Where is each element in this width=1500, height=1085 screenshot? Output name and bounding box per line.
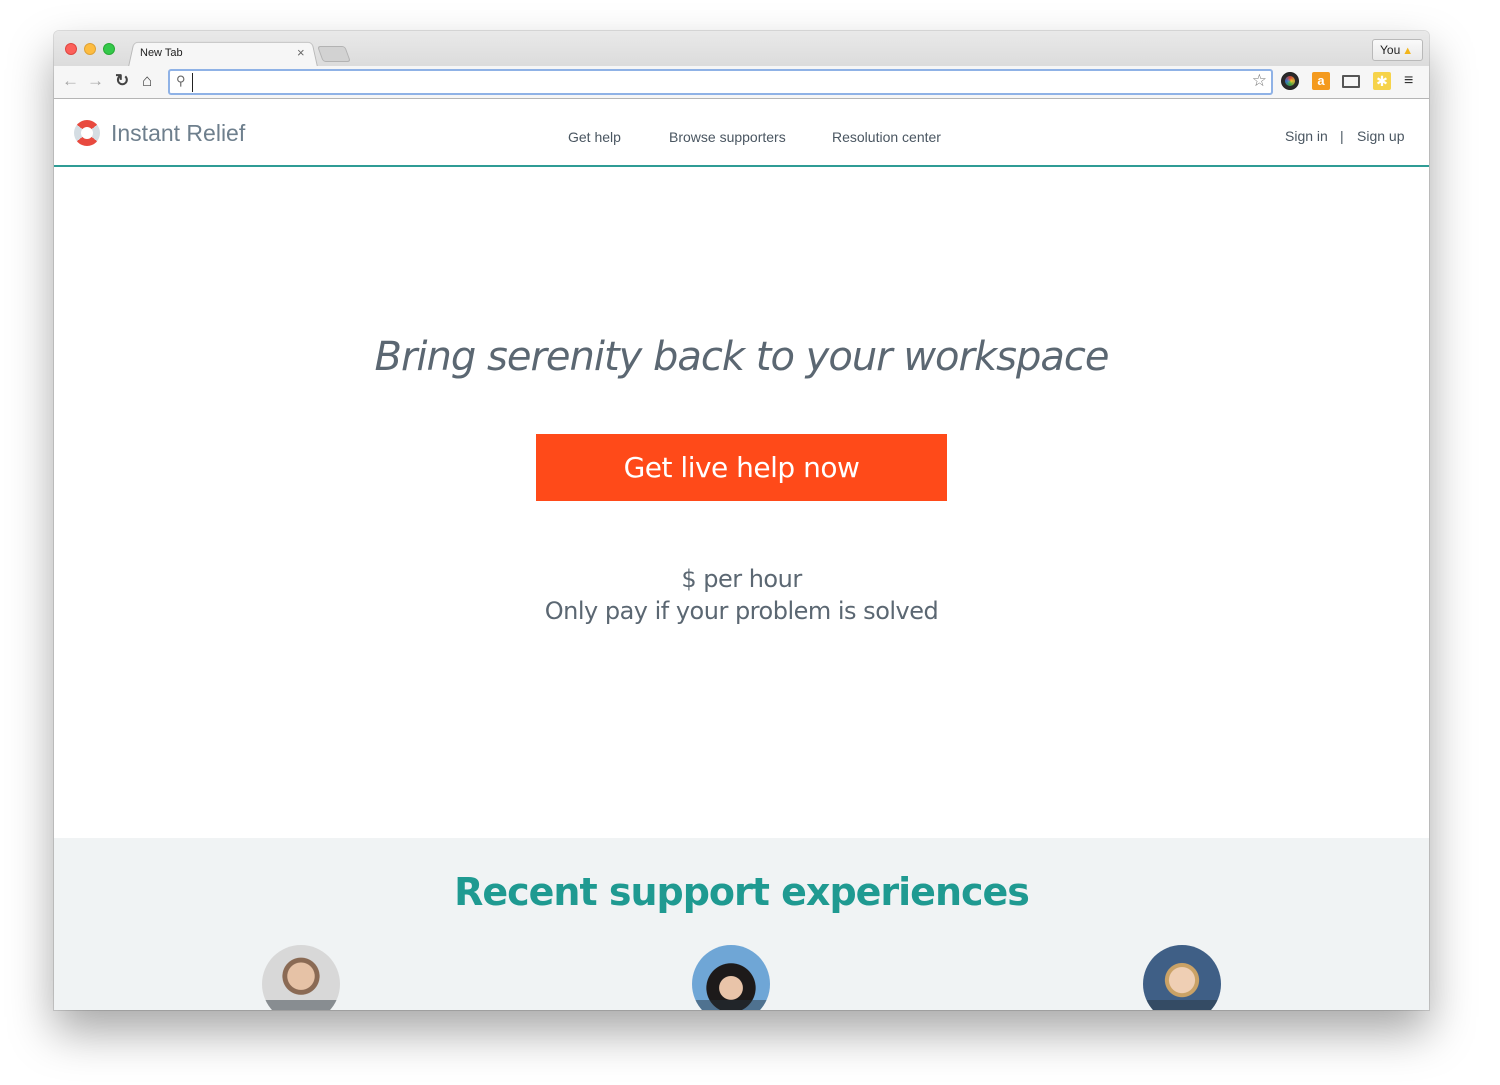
nav-resolution-center[interactable]: Resolution center: [832, 129, 941, 145]
auth-separator: |: [1340, 128, 1344, 144]
logo-text[interactable]: Instant Relief: [111, 120, 245, 147]
warning-icon: ▲: [1402, 45, 1414, 57]
reload-icon[interactable]: ↻: [115, 71, 129, 91]
profile-button[interactable]: You ▲: [1372, 39, 1423, 61]
back-icon[interactable]: ←: [62, 71, 79, 91]
avatar[interactable]: [262, 945, 340, 1010]
price-note: Only pay if your problem is solved: [544, 597, 939, 625]
new-tab-button[interactable]: [317, 46, 351, 62]
browser-toolbar: ← → ↻ ⌂ ⚲ ☆ a ✱ ≡: [54, 66, 1429, 99]
address-input[interactable]: [192, 73, 1242, 92]
menu-icon[interactable]: ≡: [1404, 73, 1422, 91]
bookmark-star-icon[interactable]: ☆: [1252, 71, 1267, 91]
title-bar: New Tab × You ▲: [54, 31, 1429, 67]
window-close-button[interactable]: [65, 43, 77, 55]
lifebuoy-logo-icon[interactable]: [74, 120, 100, 146]
address-bar[interactable]: ⚲ ☆: [168, 69, 1273, 95]
browser-window: New Tab × You ▲ ← → ↻ ⌂ ⚲ ☆ a ✱ ≡ Instant…: [54, 31, 1429, 1010]
price-text: $ per hour: [681, 565, 802, 593]
sign-up-link[interactable]: Sign up: [1357, 128, 1404, 144]
window-maximize-button[interactable]: [103, 43, 115, 55]
screen-capture-extension-icon[interactable]: [1342, 75, 1360, 88]
sign-in-link[interactable]: Sign in: [1285, 128, 1328, 144]
site-header: Instant Relief Get help Browse supporter…: [54, 100, 1429, 167]
tab-close-icon[interactable]: ×: [297, 45, 305, 60]
avatar[interactable]: [692, 945, 770, 1010]
avatar-shading: [692, 999, 770, 1010]
get-live-help-button[interactable]: Get live help now: [536, 434, 947, 501]
search-icon: ⚲: [176, 73, 186, 88]
recent-experiences-section: Recent support experiences: [54, 838, 1429, 1010]
amazon-extension-icon[interactable]: a: [1312, 72, 1330, 90]
avatar[interactable]: [1143, 945, 1221, 1010]
sticky-note-extension-icon[interactable]: ✱: [1373, 72, 1391, 90]
profile-label: You: [1380, 43, 1401, 57]
avatar-shading: [1143, 999, 1221, 1010]
avatar-shading: [262, 999, 340, 1010]
nav-browse-supporters[interactable]: Browse supporters: [669, 129, 786, 145]
hero-title: Bring serenity back to your workspace: [374, 334, 1110, 380]
window-minimize-button[interactable]: [84, 43, 96, 55]
nav-get-help[interactable]: Get help: [568, 129, 621, 145]
forward-icon[interactable]: →: [87, 71, 104, 91]
section-title: Recent support experiences: [454, 870, 1030, 914]
home-icon[interactable]: ⌂: [142, 71, 152, 91]
color-picker-extension-icon[interactable]: [1281, 72, 1299, 90]
web-page: Instant Relief Get help Browse supporter…: [54, 100, 1429, 1010]
tab-title: New Tab: [140, 47, 183, 59]
